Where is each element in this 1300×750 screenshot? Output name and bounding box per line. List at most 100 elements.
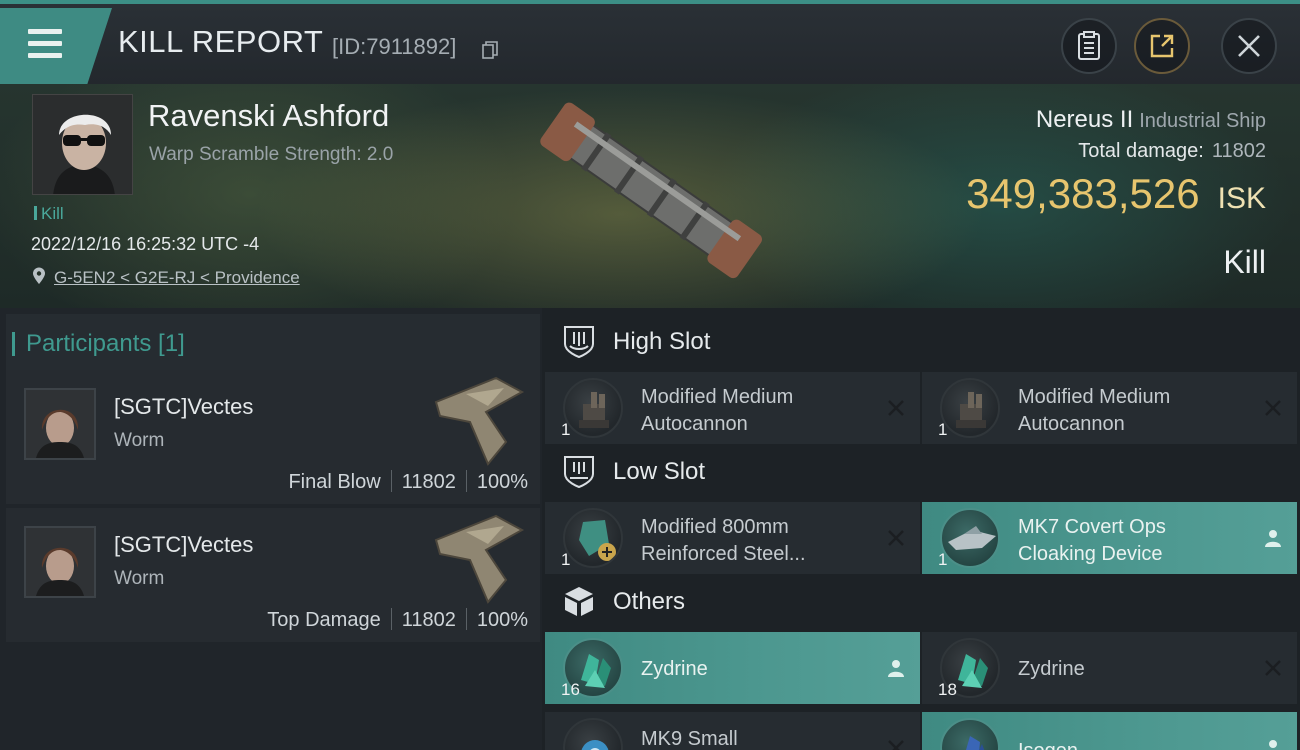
- copy-icon[interactable]: [482, 41, 498, 59]
- cargo-item[interactable]: Isogen: [922, 712, 1297, 750]
- clipboard-icon: [1078, 31, 1100, 60]
- total-damage-label: Total damage:: [1078, 140, 1204, 162]
- share-icon: [1150, 34, 1174, 58]
- participant-portrait: [24, 388, 96, 460]
- item-name: Isogen: [1018, 738, 1248, 750]
- destroyed-icon: [888, 740, 904, 750]
- close-button[interactable]: [1221, 18, 1277, 74]
- victim-name[interactable]: Ravenski Ashford: [148, 98, 389, 134]
- fitted-item[interactable]: 1 MK7 Covert Ops Cloaking Device: [922, 502, 1297, 574]
- page-title: KILL REPORT: [118, 24, 324, 59]
- menu-icon: [28, 29, 62, 34]
- participant-percent: 100%: [476, 471, 528, 493]
- item-quantity: 1: [938, 550, 948, 569]
- cargo-item[interactable]: 18 Zydrine: [922, 632, 1297, 704]
- module-icon: [563, 718, 623, 750]
- low-slot-icon: [564, 456, 594, 488]
- others-header: Others: [548, 572, 1298, 632]
- close-icon: [1238, 35, 1260, 57]
- cargo-box-icon: [565, 587, 593, 616]
- dropped-person-icon: [1269, 740, 1277, 748]
- divider: [465, 608, 467, 630]
- total-damage: Total damage: 11802: [1078, 140, 1266, 163]
- divider: [390, 470, 392, 492]
- slot-label: Others: [613, 588, 686, 615]
- kill-datetime: 2022/12/16 16:25:32 UTC -4: [31, 234, 260, 254]
- share-button[interactable]: [1134, 18, 1190, 74]
- menu-button[interactable]: [0, 8, 112, 84]
- autocannon-icon: [563, 378, 623, 438]
- participant-percent: 100%: [476, 609, 528, 631]
- victim-portrait[interactable]: [32, 94, 133, 195]
- fitted-item[interactable]: 1 Modified Medium Autocannon: [922, 372, 1297, 444]
- participant-card[interactable]: [SGTC]Vectes Worm Top Damage 11802 100%: [6, 508, 540, 642]
- participants-header: Participants [1]: [12, 330, 185, 357]
- cloaking-device-icon: [940, 508, 1000, 568]
- item-name: Zydrine: [1018, 658, 1085, 680]
- autocannon-icon: [940, 378, 1000, 438]
- isk-value: 349,383,526 ISK: [966, 170, 1266, 218]
- item-name: Modified Medium Autocannon: [1018, 386, 1171, 435]
- participant-damage: 11802: [401, 471, 456, 493]
- participant-name: [SGTC]Vectes: [114, 394, 254, 419]
- warp-scramble-strength: Warp Scramble Strength: 2.0: [149, 144, 394, 165]
- item-name: Zydrine: [641, 658, 708, 680]
- divider: [465, 470, 467, 492]
- result-label: Kill: [1223, 244, 1266, 280]
- ship-class: Industrial Ship: [1139, 110, 1266, 132]
- victim-ship: Nereus II Industrial Ship: [1036, 106, 1266, 134]
- participant-ship: Worm: [114, 430, 165, 451]
- participant-role: Top Damage: [267, 609, 381, 631]
- kill-tag: Kill: [34, 204, 64, 224]
- high-slot-icon: [564, 326, 594, 358]
- item-quantity: 1: [561, 420, 571, 439]
- item-name: Modified Medium Autocannon: [641, 386, 794, 435]
- avatar: [33, 95, 132, 194]
- participant-name: [SGTC]Vectes: [114, 532, 254, 557]
- isk-unit: ISK: [1217, 182, 1266, 215]
- slot-label: High Slot: [613, 328, 711, 355]
- location-link[interactable]: G-5EN2 < G2E-RJ < Providence: [54, 268, 300, 288]
- participant-stats: Final Blow 11802 100%: [288, 470, 528, 494]
- item-quantity: 18: [938, 680, 957, 699]
- slot-label: Low Slot: [613, 458, 706, 485]
- participant-ship-image: [434, 376, 525, 466]
- participant-ship: Worm: [114, 568, 165, 589]
- cargo-item[interactable]: MK9 Small: [545, 712, 920, 750]
- participants-panel: Participants [1] [SGTC]Vectes Worm Final…: [0, 308, 542, 750]
- victim-ship-image: [540, 102, 763, 279]
- item-name: MK7 Covert Ops Cloaking Device: [1018, 516, 1166, 565]
- armor-plate-icon: [563, 508, 623, 568]
- item-quantity: 1: [561, 550, 571, 569]
- clipboard-button[interactable]: [1061, 18, 1117, 74]
- low-slot-header: Low Slot: [548, 442, 1298, 502]
- divider: [390, 608, 392, 630]
- participant-damage: 11802: [401, 609, 456, 631]
- dropped-person-icon: [1265, 530, 1281, 547]
- fitted-item[interactable]: 1 Modified Medium Autocannon: [545, 372, 920, 444]
- top-bar: KILL REPORT [ID:7911892]: [0, 0, 1300, 84]
- participant-stats: Top Damage 11802 100%: [267, 608, 528, 632]
- location-pin-icon: [33, 267, 45, 284]
- isogen-icon: [940, 718, 1000, 750]
- destroyed-icon: [1265, 660, 1281, 676]
- cargo-item[interactable]: 16 Zydrine: [545, 632, 920, 704]
- high-slot-header: High Slot: [548, 312, 1298, 372]
- ship-name[interactable]: Nereus II: [1036, 106, 1133, 133]
- report-id: [ID:7911892]: [332, 34, 457, 59]
- destroyed-icon: [888, 400, 904, 416]
- destroyed-icon: [888, 530, 904, 546]
- participant-ship-image: [434, 514, 525, 604]
- destroyed-icon: [1265, 400, 1281, 416]
- item-quantity: 16: [561, 680, 580, 699]
- item-name: MK9 Small: [641, 728, 738, 750]
- fitting-panel: High Slot 1 Modified Medium Autocannon 1…: [542, 308, 1300, 750]
- participants-tab[interactable]: Participants [1]: [6, 314, 540, 372]
- isk-amount: 349,383,526: [966, 170, 1200, 217]
- total-damage-value: 11802: [1211, 140, 1266, 162]
- victim-summary: Ravenski Ashford Warp Scramble Strength:…: [0, 84, 1300, 308]
- dropped-person-icon: [888, 660, 904, 677]
- fitted-item[interactable]: 1 Modified 800mm Reinforced Steel...: [545, 502, 920, 574]
- participant-portrait: [24, 526, 96, 598]
- participant-card[interactable]: [SGTC]Vectes Worm Final Blow 11802 100%: [6, 370, 540, 504]
